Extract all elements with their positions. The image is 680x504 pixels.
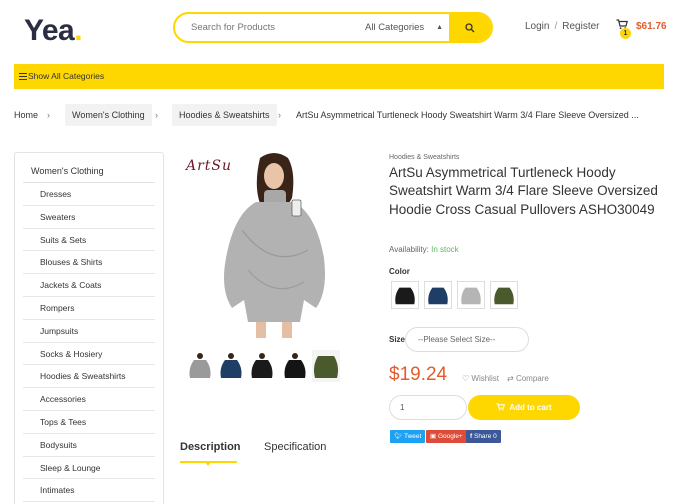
availability-label: Availability: [389,245,429,254]
swatch-garment [461,287,481,305]
search-bar: All Categories ▲ [173,12,493,43]
sidebar-item-rompers[interactable]: Rompers [23,297,155,320]
product-price: $19.24 [389,364,448,385]
sidebar-item-suits-sets[interactable]: Suits & Sets [23,229,155,252]
product-main-image[interactable] [212,150,337,340]
show-all-categories-label: Show All Categories [28,71,105,81]
breadcrumb-womens-clothing[interactable]: Women's Clothing [65,104,152,126]
facebook-icon: f [470,433,473,440]
quantity-input[interactable]: 1 [389,395,467,420]
search-input[interactable] [175,14,363,41]
sidebar-item-bodysuits[interactable]: Bodysuits [23,434,155,457]
thumbnail-green[interactable] [312,350,340,382]
login-separator: / [554,21,558,32]
sidebar-item-sleep-lounge[interactable]: Sleep & Lounge [23,457,155,480]
tweet-button[interactable]: 🐦︎ Tweet [390,430,426,443]
breadcrumb-separator: › [278,110,281,120]
sidebar-item-accessories[interactable]: Accessories [23,388,155,411]
logo-dot: . [74,14,83,47]
compare-icon: ⇄ [507,374,514,383]
sidebar-heading[interactable]: Women's Clothing [23,153,155,183]
sidebar-item-blouses-shirts[interactable]: Blouses & Shirts [23,251,155,275]
thumbnail-gray[interactable] [186,350,214,382]
availability: Availability: In stock [389,245,459,254]
compare-label: Compare [515,374,549,383]
color-swatch-navy[interactable] [424,281,452,309]
color-label: Color [389,267,410,276]
tweet-label: Tweet [403,433,422,440]
thumbnail-garment [220,360,242,378]
heart-icon: ♡ [462,374,470,383]
menu-icon [19,73,27,80]
swatch-garment [395,287,415,305]
facebook-share-button[interactable]: f Share 0 [466,430,501,443]
category-sidebar: Women's Clothing Dresses Sweaters Suits … [14,152,164,504]
show-all-categories-bar[interactable]: Show All Categories [14,64,664,89]
search-icon [465,23,475,33]
wishlist-button[interactable]: ♡ Wishlist [462,374,499,383]
cart-button[interactable]: 1 $61.76 [616,17,672,41]
sidebar-item-sweaters[interactable]: Sweaters [23,206,155,229]
breadcrumb-current: ArtSu Asymmetrical Turtleneck Hoody Swea… [296,110,639,120]
google-plus-button[interactable]: ▣ Google+ [426,430,467,443]
sidebar-item-tops-tees[interactable]: Tops & Tees [23,411,155,434]
category-select[interactable]: All Categories ▲ [365,14,451,41]
thumbnail-garment [189,360,211,378]
register-link[interactable]: Register [562,21,599,32]
compare-button[interactable]: ⇄ Compare [507,374,549,383]
sidebar-item-jackets-coats[interactable]: Jackets & Coats [23,274,155,297]
sidebar-item-intimates[interactable]: Intimates [23,479,155,503]
thumbnail-garment [284,360,306,378]
sidebar-item-dresses[interactable]: Dresses [23,183,155,206]
product-category[interactable]: Hoodies & Sweatshirts [389,154,459,161]
breadcrumb-home[interactable]: Home [14,104,38,126]
product-thumbnails [182,350,344,390]
facebook-share-label: Share 0 [473,433,497,440]
thumbnail-black[interactable] [248,350,276,382]
category-select-value: All Categories [365,22,425,33]
size-select[interactable]: --Please Select Size-- [405,327,529,352]
thumbnail-black-back[interactable] [281,350,309,382]
google-plus-icon: ▣ [430,433,437,440]
cart-count-badge: 1 [620,28,631,39]
tab-description[interactable]: Description [180,441,241,453]
color-swatch-black[interactable] [391,281,419,309]
wishlist-label: Wishlist [471,374,499,383]
tab-specification[interactable]: Specification [264,441,326,453]
tab-caret-icon [205,462,211,466]
sidebar-item-hoodies-sweatshirts[interactable]: Hoodies & Sweatshirts [23,365,155,389]
breadcrumb-hoodies[interactable]: Hoodies & Sweatshirts [172,104,277,126]
cart-icon [496,403,506,411]
breadcrumb-separator: › [47,110,50,120]
google-plus-label: Google+ [437,433,463,440]
swatch-garment [494,287,514,305]
color-swatch-green[interactable] [490,281,518,309]
thumbnail-garment [314,356,338,378]
add-to-cart-label: Add to cart [509,403,552,412]
size-label: Size [389,335,406,344]
sidebar-item-jumpsuits[interactable]: Jumpsuits [23,320,155,343]
account-links: Login / Register [525,21,600,32]
color-swatch-gray[interactable] [457,281,485,309]
swatch-garment [428,287,448,305]
logo-text: Yea [24,14,75,47]
twitter-icon: 🐦︎ [394,433,403,440]
breadcrumb-separator: › [155,110,158,120]
search-button[interactable] [449,14,491,41]
thumbnail-navy[interactable] [217,350,245,382]
sidebar-item-socks-hosiery[interactable]: Socks & Hosiery [23,343,155,366]
cart-total: $61.76 [636,21,667,32]
site-logo[interactable]: Yea. [24,14,83,48]
product-title: ArtSu Asymmetrical Turtleneck Hoody Swea… [389,165,658,217]
thumbnail-garment [251,360,273,378]
select-arrows-icon: ▲ [436,24,443,31]
add-to-cart-button[interactable]: Add to cart [468,395,580,420]
availability-value: In stock [431,245,459,254]
login-link[interactable]: Login [525,21,549,32]
